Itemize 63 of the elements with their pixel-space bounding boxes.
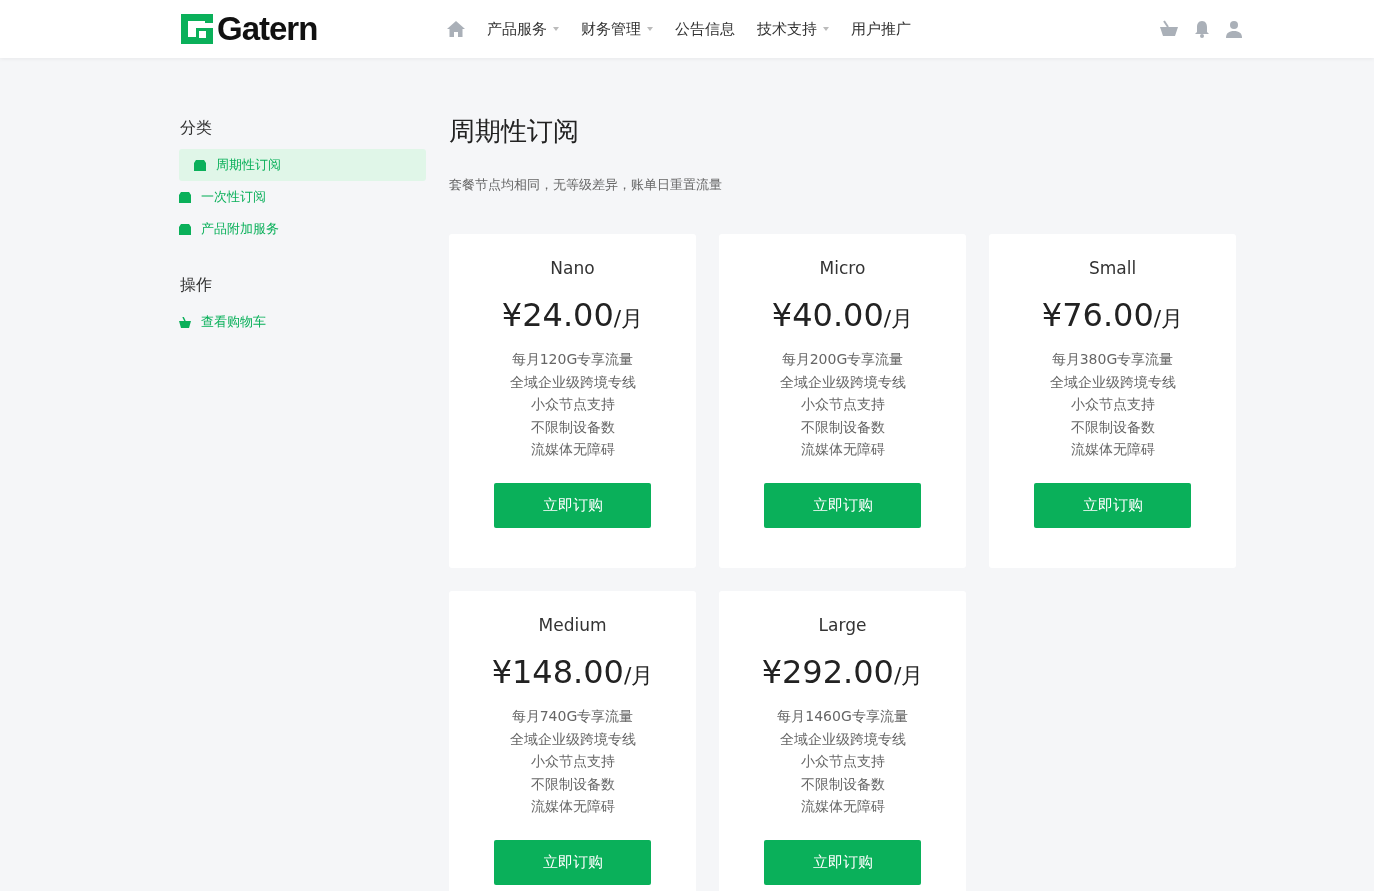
- bell-icon[interactable]: [1193, 20, 1211, 38]
- plan-feature: 流媒体无障碍: [530, 797, 615, 816]
- plan-feature: 流媒体无障碍: [1070, 440, 1155, 459]
- nav-item[interactable]: 用户推广: [851, 19, 911, 39]
- plan-feature: 不限制设备数: [800, 774, 885, 794]
- plan-feature: 流媒体无障碍: [800, 440, 885, 459]
- page-description: 套餐节点均相同，无等级差异，账单日重置流量: [449, 176, 723, 194]
- nav-item[interactable]: 产品服务: [487, 19, 559, 39]
- nav-item[interactable]: 公告信息: [675, 19, 735, 39]
- plan-name: Medium: [538, 615, 607, 635]
- buy-button[interactable]: 立即订购: [494, 482, 651, 528]
- buy-button[interactable]: 立即订购: [494, 839, 651, 885]
- plan-feature: 小众节点支持: [530, 752, 615, 771]
- section-title: 操作: [180, 275, 213, 296]
- plan-feature: 每月740G专享流量: [511, 707, 634, 726]
- section-title: 分类: [180, 118, 213, 139]
- buy-button[interactable]: 立即订购: [764, 482, 921, 528]
- plan-feature: 全域企业级跨境专线: [779, 372, 906, 392]
- nav-item[interactable]: 技术支持: [757, 19, 829, 39]
- plan-price: ¥40.00/月: [771, 296, 914, 334]
- plan-price: ¥24.00/月: [501, 296, 644, 334]
- plan-feature: 每月1460G专享流量: [777, 707, 908, 726]
- page-title: 周期性订阅: [449, 115, 580, 148]
- plan-feature: 全域企业级跨境专线: [509, 372, 636, 392]
- plan-feature: 每月200G专享流量: [781, 350, 904, 369]
- plan-feature: 不限制设备数: [1070, 417, 1155, 437]
- basket-icon[interactable]: [1159, 20, 1179, 38]
- sidebar-item[interactable]: 产品附加服务: [179, 213, 426, 245]
- box-icon: [179, 223, 191, 235]
- plan-feature: 流媒体无障碍: [800, 797, 885, 816]
- plan-feature: 不限制设备数: [530, 774, 615, 794]
- plan-name: Micro: [819, 258, 866, 278]
- box-icon: [194, 159, 206, 171]
- user-icon[interactable]: [1225, 20, 1243, 38]
- plan-price: ¥292.00/月: [761, 653, 924, 691]
- nav-item[interactable]: 财务管理: [581, 19, 653, 39]
- plan-feature: 每月120G专享流量: [511, 350, 634, 369]
- plan-feature: 全域企业级跨境专线: [1049, 372, 1176, 392]
- plan-feature: 小众节点支持: [1070, 395, 1155, 414]
- basket-icon: [179, 316, 191, 328]
- plan-feature: 每月380G专享流量: [1051, 350, 1174, 369]
- plan-feature: 全域企业级跨境专线: [509, 729, 636, 749]
- buy-button[interactable]: 立即订购: [1034, 482, 1191, 528]
- plan-feature: 全域企业级跨境专线: [779, 729, 906, 749]
- plan-feature: 小众节点支持: [800, 752, 885, 771]
- sidebar-item[interactable]: 周期性订阅: [179, 149, 426, 181]
- home-icon[interactable]: [447, 21, 465, 37]
- plan-name: Nano: [550, 258, 595, 278]
- plan-price: ¥76.00/月: [1041, 296, 1184, 334]
- buy-button[interactable]: 立即订购: [764, 839, 921, 885]
- logo-text: Gatern: [217, 10, 318, 48]
- logo-icon: [179, 12, 215, 46]
- plan-feature: 不限制设备数: [530, 417, 615, 437]
- plan-price: ¥148.00/月: [491, 653, 654, 691]
- plan-feature: 小众节点支持: [530, 395, 615, 414]
- plan-name: Large: [818, 615, 867, 635]
- sidebar-item[interactable]: 一次性订阅: [179, 181, 426, 213]
- plan-feature: 不限制设备数: [800, 417, 885, 437]
- box-icon: [179, 191, 191, 203]
- plan-feature: 流媒体无障碍: [530, 440, 615, 459]
- plan-name: Small: [1088, 258, 1137, 278]
- sidebar-item[interactable]: 查看购物车: [179, 306, 426, 338]
- plan-feature: 小众节点支持: [800, 395, 885, 414]
